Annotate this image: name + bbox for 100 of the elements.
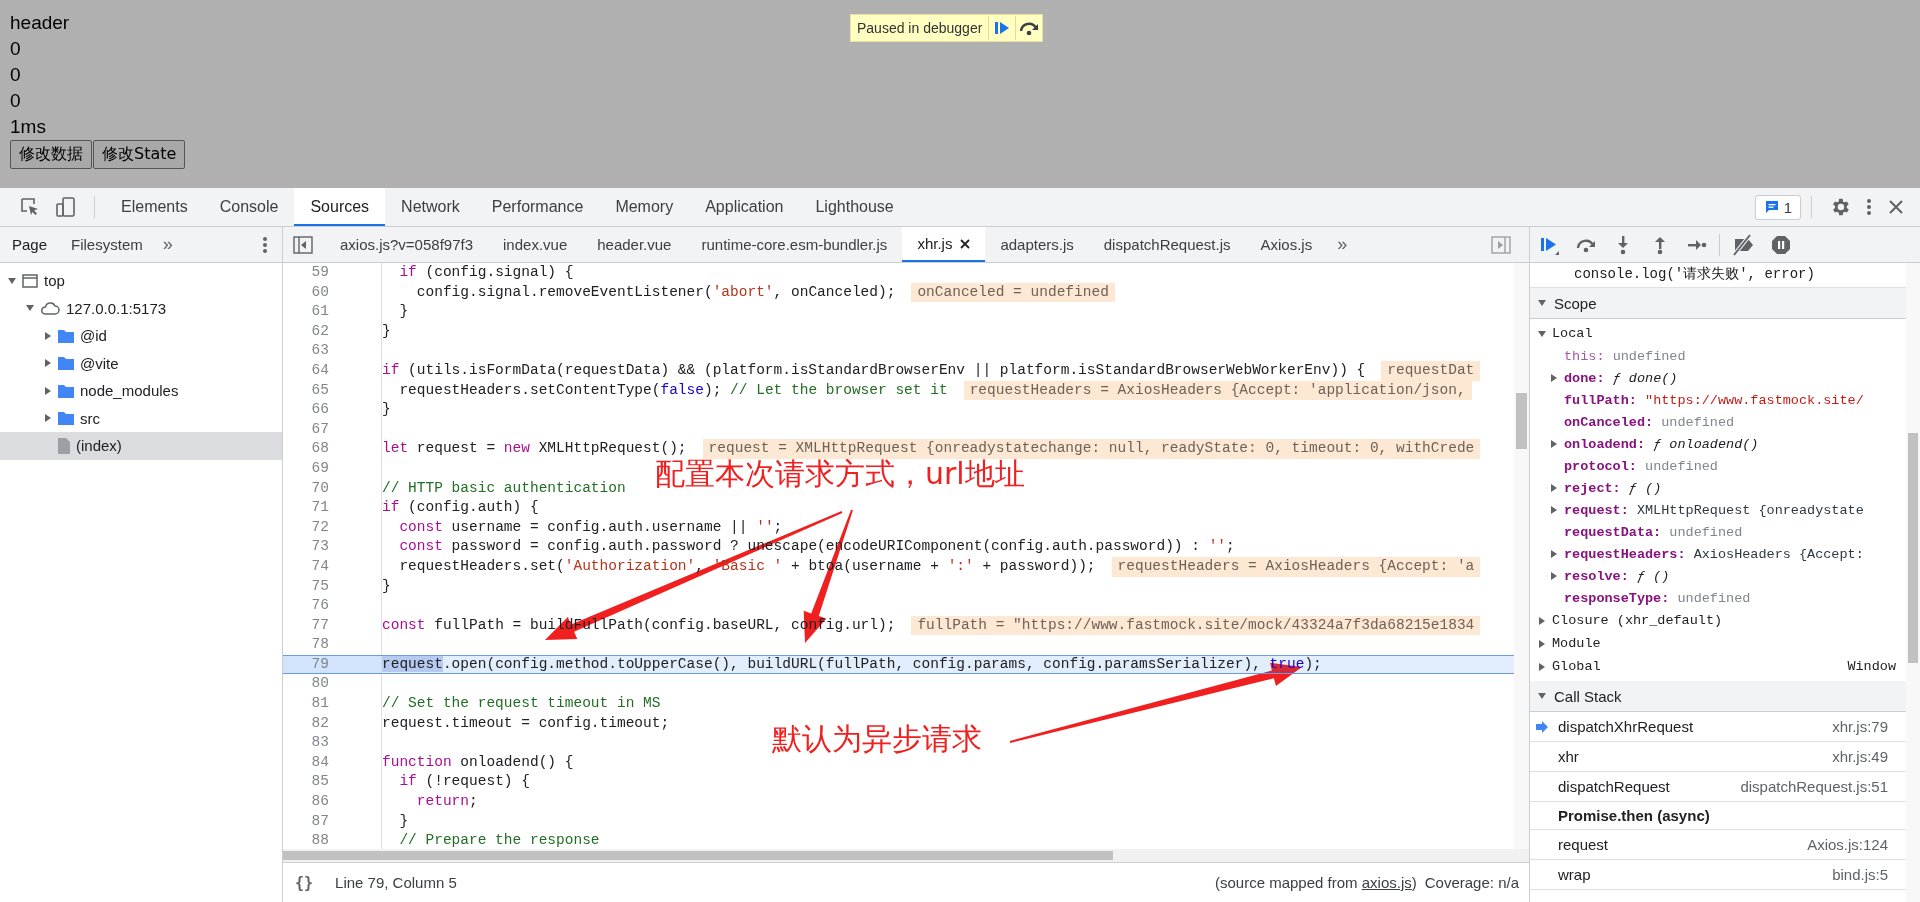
call-frame[interactable]: xhr xhr.js:49 xyxy=(1530,742,1906,772)
scope-label: Module xyxy=(1552,636,1601,651)
tree-item[interactable]: node_modules xyxy=(0,377,282,405)
code-line: return; xyxy=(415,792,478,812)
inline-value: request = XMLHttpRequest {onreadystatechange: null, readyState: 0, timeout: 0, withCrede xyxy=(702,439,1481,459)
device-toolbar-icon[interactable] xyxy=(55,196,77,218)
devtools-tab[interactable]: Performance xyxy=(475,188,600,226)
devtools-tab[interactable]: Elements xyxy=(105,188,204,226)
more-tabs-button[interactable]: » xyxy=(154,234,181,255)
scope-row[interactable]: Local xyxy=(1530,322,1906,345)
call-frame[interactable]: dispatchXhrRequest xhr.js:79 xyxy=(1530,712,1906,742)
scope-row[interactable]: Module xyxy=(1530,632,1906,655)
file-tab[interactable]: adapters.js xyxy=(985,227,1089,262)
file-tab[interactable]: xhr.js xyxy=(902,227,986,262)
collapsed-arrow-icon[interactable] xyxy=(44,414,52,423)
expanded-arrow-icon[interactable] xyxy=(26,304,34,313)
file-tab[interactable]: dispatchRequest.js xyxy=(1088,227,1246,262)
expanded-arrow-icon[interactable] xyxy=(8,276,16,285)
collapsed-arrow-icon[interactable] xyxy=(1538,639,1546,648)
expanded-arrow-icon[interactable] xyxy=(1538,299,1546,307)
collapsed-arrow-icon[interactable] xyxy=(1538,662,1546,671)
message-icon xyxy=(1763,199,1780,215)
line-number: 78 xyxy=(283,635,382,655)
scope-variable: responseType: undefined xyxy=(1564,590,1751,606)
expanded-arrow-icon[interactable] xyxy=(1538,692,1546,700)
devtools-tab[interactable]: Sources xyxy=(294,188,386,226)
scope-label: Closure (xhr_default) xyxy=(1552,613,1723,628)
more-tabs-button[interactable]: » xyxy=(1327,234,1358,255)
more-options-icon[interactable] xyxy=(262,235,268,254)
file-tab[interactable]: index.vue xyxy=(488,227,583,262)
tree-item[interactable]: @id xyxy=(0,322,282,350)
section-header[interactable]: Call Stack xyxy=(1530,681,1906,712)
sidebar-toggle-icon[interactable] xyxy=(1491,235,1511,254)
navigator-tab[interactable]: Filesystem xyxy=(59,227,155,262)
devtools-tab[interactable]: Network xyxy=(385,188,476,226)
more-options-icon[interactable] xyxy=(1865,196,1873,218)
scrollbar[interactable] xyxy=(1514,263,1529,849)
page-button[interactable]: 修改State xyxy=(93,140,186,169)
close-icon[interactable] xyxy=(960,238,971,249)
line-number: 84 xyxy=(283,752,382,773)
scrollbar[interactable] xyxy=(283,849,1529,862)
line-number: 74 xyxy=(283,556,382,577)
page-text: 0 xyxy=(10,37,21,61)
tree-item[interactable]: top xyxy=(0,267,282,295)
page-text: 0 xyxy=(10,89,21,113)
call-frame[interactable]: request Axios.js:124 xyxy=(1530,830,1906,860)
scrollbar[interactable] xyxy=(1906,263,1920,902)
line-number: 61 xyxy=(283,302,382,322)
file-tab[interactable]: axios.js?v=058f97f3 xyxy=(325,227,488,262)
issues-button[interactable]: 1 xyxy=(1754,194,1801,220)
collapsed-arrow-icon[interactable] xyxy=(1538,616,1546,625)
scope-variable: resolve: ƒ () xyxy=(1564,568,1670,584)
file-tab[interactable]: header.vue xyxy=(582,227,687,262)
line-number: 82 xyxy=(283,713,382,734)
collapsed-arrow-icon[interactable] xyxy=(1550,506,1558,514)
expanded-arrow-icon[interactable] xyxy=(1538,329,1546,338)
tree-item[interactable]: 127.0.0.1:5173 xyxy=(0,294,282,322)
call-frame[interactable]: wrap bind.js:5 xyxy=(1530,860,1906,890)
collapsed-arrow-icon[interactable] xyxy=(1550,572,1558,580)
devtools-tab[interactable]: Lighthouse xyxy=(799,188,910,226)
sidebar-toggle-icon[interactable] xyxy=(293,235,313,254)
pause-on-exceptions-icon[interactable] xyxy=(1770,233,1792,256)
tree-item[interactable]: (index) xyxy=(0,432,282,460)
source-link[interactable]: axios.js xyxy=(1361,874,1412,891)
collapsed-arrow-icon[interactable] xyxy=(44,331,52,340)
call-frame[interactable]: dispatchRequest dispatchRequest.js:51 xyxy=(1530,772,1906,802)
page-text: 1ms xyxy=(10,115,46,139)
code-line: } xyxy=(382,321,391,341)
devtools-tab[interactable]: Memory xyxy=(599,188,690,226)
scope-variable: fullPath: "https://www.fastmock.site/ xyxy=(1564,392,1864,408)
code-line: // HTTP basic authentication xyxy=(382,478,626,498)
page-button[interactable]: 修改数据 xyxy=(10,140,92,169)
line-number: 73 xyxy=(283,537,382,557)
collapsed-arrow-icon[interactable] xyxy=(1550,440,1558,448)
scope-variable: requestData: undefined xyxy=(1564,524,1743,540)
navigator-tab[interactable]: Page xyxy=(0,227,60,262)
code-line: config.signal.removeEventListener('abort', onCanceled); xyxy=(415,282,896,302)
scope-row[interactable]: Closure (xhr_default) xyxy=(1530,609,1906,632)
line-number: 85 xyxy=(283,772,382,793)
scope-row[interactable]: Global Window xyxy=(1530,655,1906,678)
collapsed-arrow-icon[interactable] xyxy=(44,359,52,368)
tree-item[interactable]: @vite xyxy=(0,349,282,377)
pretty-print-button[interactable]: {} xyxy=(295,873,314,892)
section-header[interactable]: Scope xyxy=(1530,288,1906,319)
collapsed-arrow-icon[interactable] xyxy=(1550,374,1558,382)
collapsed-arrow-icon[interactable] xyxy=(44,386,52,395)
page-text: header xyxy=(10,11,70,35)
line-number: 67 xyxy=(283,419,382,440)
code-line: request.timeout = config.timeout; xyxy=(382,713,670,733)
collapsed-arrow-icon[interactable] xyxy=(1550,484,1558,492)
deactivate-breakpoints-icon[interactable] xyxy=(1731,233,1755,256)
cursor-position: Line 79, Column 5 xyxy=(335,874,457,891)
collapsed-arrow-icon[interactable] xyxy=(1550,550,1558,558)
devtools-tab[interactable]: Application xyxy=(689,188,800,226)
devtools-tab[interactable]: Console xyxy=(203,188,295,226)
tree-item[interactable]: src xyxy=(0,404,282,432)
line-number: 65 xyxy=(283,380,382,401)
file-tab[interactable]: Axios.js xyxy=(1245,227,1328,262)
scope-label: Local xyxy=(1552,326,1593,341)
file-tab[interactable]: runtime-core.esm-bundler.js xyxy=(686,227,903,262)
